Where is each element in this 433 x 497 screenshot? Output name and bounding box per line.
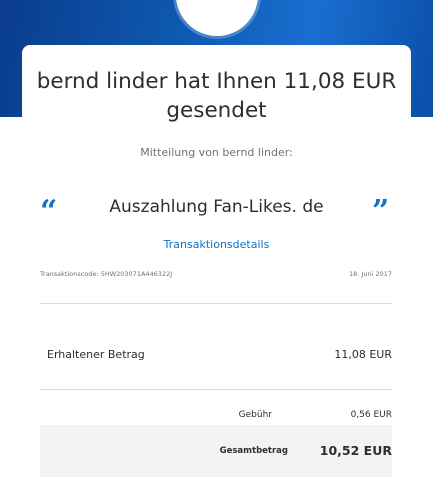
divider bbox=[40, 389, 392, 390]
total-value: 10,52 EUR bbox=[319, 443, 392, 458]
page-title: bernd linder hat Ihnen 11,08 EUR gesende… bbox=[36, 69, 397, 123]
transaction-details-link[interactable]: Transaktionsdetails bbox=[22, 238, 411, 251]
fee-label: Gebühr bbox=[238, 410, 272, 420]
divider bbox=[40, 303, 392, 304]
received-value: 11,08 EUR bbox=[334, 348, 392, 361]
open-quote-icon: “ bbox=[40, 194, 58, 229]
received-amount-row: Erhaltener Betrag 11,08 EUR bbox=[47, 348, 392, 361]
close-quote-icon: ” bbox=[372, 194, 390, 229]
fee-value: 0,56 EUR bbox=[350, 410, 392, 420]
transaction-code: Transaktionscode: 5HW203071A446322J bbox=[40, 270, 173, 278]
sender-message: Auszahlung Fan-Likes. de bbox=[109, 197, 324, 217]
transaction-date: 18. Juni 2017 bbox=[349, 270, 392, 278]
total-row: Gesamtbetrag 10,52 EUR bbox=[40, 425, 392, 477]
message-label: Mitteilung von bernd linder: bbox=[140, 146, 293, 159]
received-label: Erhaltener Betrag bbox=[47, 348, 145, 361]
transaction-meta: Transaktionscode: 5HW203071A446322J 18. … bbox=[40, 270, 392, 278]
total-label: Gesamtbetrag bbox=[219, 446, 288, 456]
